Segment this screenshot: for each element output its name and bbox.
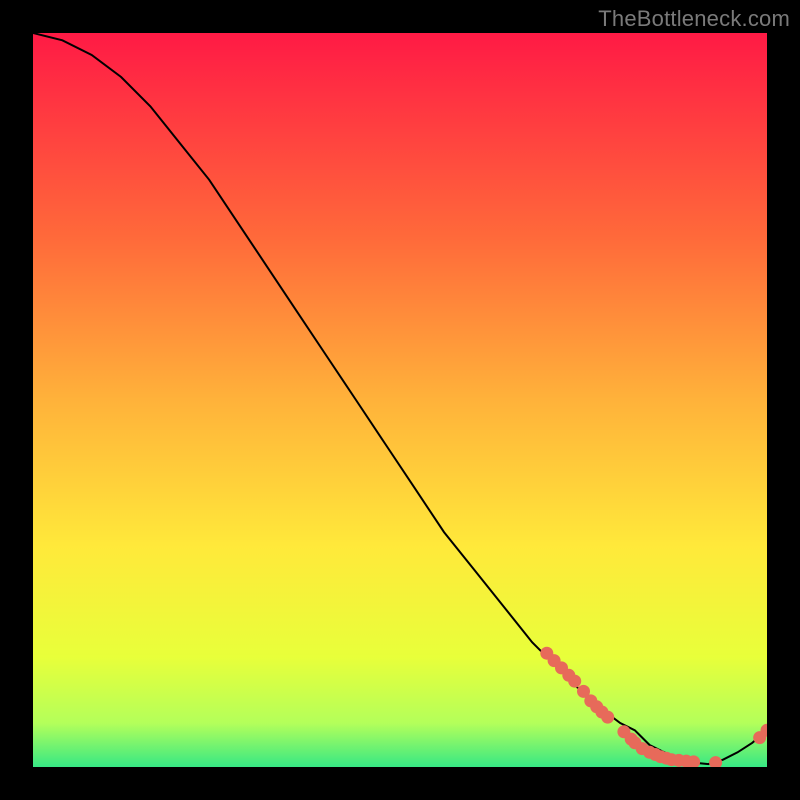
chart-stage: TheBottleneck.com xyxy=(0,0,800,800)
watermark-text: TheBottleneck.com xyxy=(598,6,790,32)
gradient-background xyxy=(33,33,767,767)
chart-svg xyxy=(33,33,767,767)
plot-area xyxy=(33,33,767,767)
data-point xyxy=(601,711,614,724)
data-point xyxy=(568,675,581,688)
